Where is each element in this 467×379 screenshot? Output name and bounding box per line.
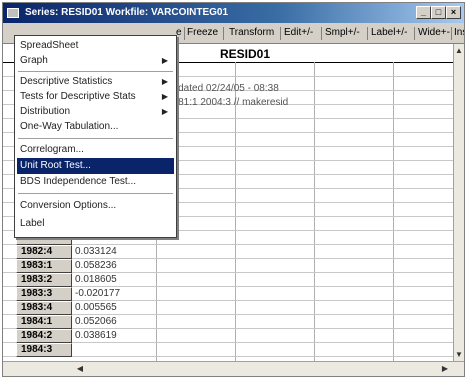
grid-line (393, 62, 394, 362)
close-icon[interactable]: × (446, 6, 461, 19)
row-header[interactable]: 1984:1 (16, 315, 72, 329)
menu-item-distribution[interactable]: Distribution ▶ (20, 104, 172, 120)
cell-value[interactable]: -0.020177 (75, 287, 147, 301)
chevron-right-icon: ▶ (161, 56, 168, 65)
row-header[interactable]: 1982:4 (16, 245, 72, 259)
toolbar-transform-button[interactable]: Transform (229, 27, 274, 38)
cell-value[interactable]: 0.018605 (75, 273, 147, 287)
scroll-up-icon[interactable]: ▲ (454, 46, 464, 56)
row-header[interactable]: 1983:3 (16, 287, 72, 301)
toolbar-smpl-button[interactable]: Smpl+/- (325, 27, 360, 38)
menu-item-unit-root-test[interactable]: Unit Root Test... (17, 158, 174, 174)
cell-value[interactable]: 0.033124 (75, 245, 147, 259)
scroll-left-icon[interactable]: ◀ (75, 364, 85, 374)
toolbar-wide-button[interactable]: Wide+- (418, 27, 450, 38)
scroll-right-icon[interactable]: ▶ (440, 364, 450, 374)
menu-item-graph[interactable]: Graph ▶ (20, 53, 172, 69)
toolbar-edit-button[interactable]: Edit+/- (284, 27, 313, 38)
menu-item-conversion-options[interactable]: Conversion Options... (20, 198, 172, 214)
menu-item-label-text: Label (20, 218, 45, 229)
minimize-icon[interactable]: _ (416, 6, 431, 19)
horizontal-scrollbar[interactable]: ◀ ▶ (3, 361, 464, 376)
menu-item-label: Correlogram... (20, 144, 84, 155)
row-header[interactable]: 1984:2 (16, 329, 72, 343)
maximize-icon[interactable]: □ (431, 6, 446, 19)
chevron-right-icon: ▶ (161, 92, 168, 101)
menu-item-label: Conversion Options... (20, 200, 117, 211)
scroll-down-icon[interactable]: ▼ (454, 350, 464, 360)
menu-item-label: Descriptive Statistics (20, 76, 113, 87)
view-dropdown-menu: SpreadSheet Graph ▶ Descriptive Statistic… (14, 35, 177, 238)
series-update-note: updated 02/24/05 - 08:38 (167, 83, 279, 94)
row-header[interactable]: 1983:2 (16, 273, 72, 287)
menu-item-label: Distribution (20, 106, 71, 117)
row-header[interactable]: 1984:3 (16, 343, 72, 357)
menu-item-label: Unit Root Test... (20, 160, 91, 171)
window-icon[interactable] (7, 8, 19, 18)
menu-item-tests-descriptive-stats[interactable]: Tests for Descriptive Stats ▶ (20, 89, 172, 105)
grid-line (314, 62, 315, 362)
menu-item-one-way-tabulation[interactable]: One-Way Tabulation... (20, 119, 172, 135)
chevron-right-icon: ▶ (161, 77, 168, 86)
menu-item-label: Tests for Descriptive Stats (20, 91, 136, 102)
toolbar-freeze-button[interactable]: Freeze (187, 27, 218, 38)
menu-item-descriptive-statistics[interactable]: Descriptive Statistics ▶ (20, 74, 172, 90)
menu-item-correlogram[interactable]: Correlogram... (20, 142, 172, 158)
cell-value[interactable]: 0.058236 (75, 259, 147, 273)
menu-item-label: One-Way Tabulation... (20, 121, 119, 132)
row-header[interactable]: 1983:4 (16, 301, 72, 315)
cell-value[interactable]: 0.052066 (75, 315, 147, 329)
cell-value[interactable]: 0.038619 (75, 329, 147, 343)
row-header[interactable]: 1983:1 (16, 259, 72, 273)
window-title: Series: RESID01 Workfile: VARCOINTEG01 (25, 7, 229, 18)
series-sample-note: 1981:1 2004:3 // makeresid (167, 97, 289, 108)
menu-item-label: Graph (20, 55, 48, 66)
menu-item-label: BDS Independence Test... (20, 176, 137, 187)
title-bar[interactable]: Series: RESID01 Workfile: VARCOINTEG01 _… (3, 3, 464, 23)
toolbar-label-button[interactable]: Label+/- (371, 27, 407, 38)
series-name: RESID01 (220, 47, 271, 61)
vertical-scrollbar[interactable]: ▲ ▼ (453, 44, 464, 362)
menu-item-label: SpreadSheet (20, 40, 79, 51)
cell-value[interactable]: 0.005565 (75, 301, 147, 315)
menu-item-label[interactable]: Label (20, 216, 172, 232)
toolbar-insdel-button[interactable]: InsDel (454, 27, 464, 38)
menu-item-spreadsheet[interactable]: SpreadSheet (20, 38, 172, 54)
menu-item-bds-independence-test[interactable]: BDS Independence Test... (20, 174, 172, 190)
chevron-right-icon: ▶ (161, 107, 168, 116)
